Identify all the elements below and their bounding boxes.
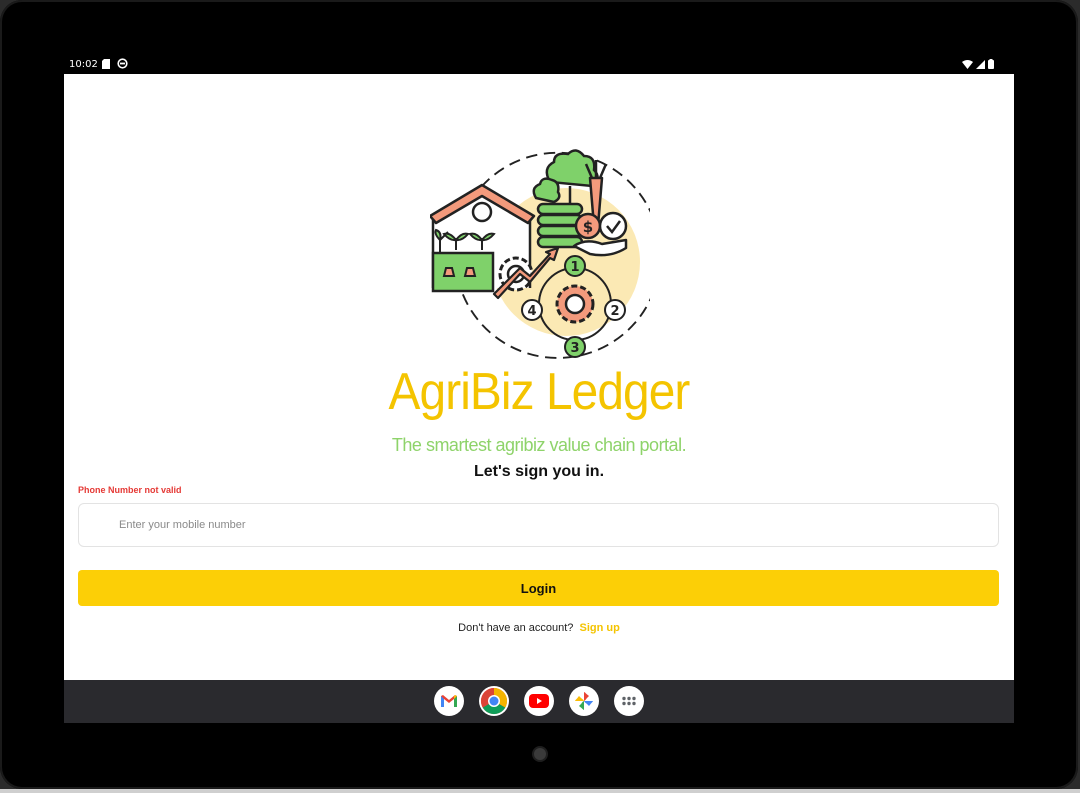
currency-symbol: $	[583, 218, 593, 236]
page-title: Let's sign you in.	[473, 463, 605, 480]
chrome-icon[interactable]	[479, 686, 509, 716]
youtube-icon[interactable]	[524, 686, 554, 716]
signup-row: Don't have an account? Sign up	[64, 622, 1014, 634]
cycle-step-3: 3	[570, 341, 579, 356]
battery-icon	[988, 59, 994, 69]
phone-number-input[interactable]	[78, 503, 999, 547]
cycle-step-2: 2	[610, 304, 619, 319]
photos-icon[interactable]	[569, 686, 599, 716]
app-drawer-icon[interactable]	[614, 686, 644, 716]
gmail-icon[interactable]	[434, 686, 464, 716]
app-logo: $ 1 2 3 4	[428, 148, 662, 370]
taskbar	[64, 680, 1014, 723]
signup-link[interactable]: Sign up	[579, 622, 619, 634]
phone-error-message: Phone Number not valid	[78, 485, 182, 495]
agribiz-logo-illustration: $ 1 2 3 4	[428, 149, 662, 359]
status-time: 10:02	[69, 59, 98, 70]
tagline: The smartest agribiz value chain portal.	[391, 435, 687, 455]
signal-icon	[976, 59, 985, 69]
login-button[interactable]: Login	[78, 570, 999, 606]
status-right-icons	[962, 59, 994, 69]
vpn-icon	[117, 58, 128, 69]
desk-strip	[0, 789, 1080, 793]
signup-prompt: Don't have an account?	[458, 622, 574, 634]
app-screen: $ 1 2 3 4 AgriBiz Ledger The smartest ag…	[64, 74, 1014, 680]
front-camera	[534, 748, 546, 760]
brand-name: AgriBiz Ledger	[388, 363, 691, 421]
status-bar: 10:02	[64, 56, 1014, 74]
cycle-step-4: 4	[527, 304, 536, 319]
status-left-icons	[102, 58, 128, 69]
sim-card-icon	[102, 58, 110, 69]
app-dock	[434, 686, 644, 716]
cycle-step-1: 1	[570, 260, 579, 275]
wifi-icon	[962, 59, 973, 69]
